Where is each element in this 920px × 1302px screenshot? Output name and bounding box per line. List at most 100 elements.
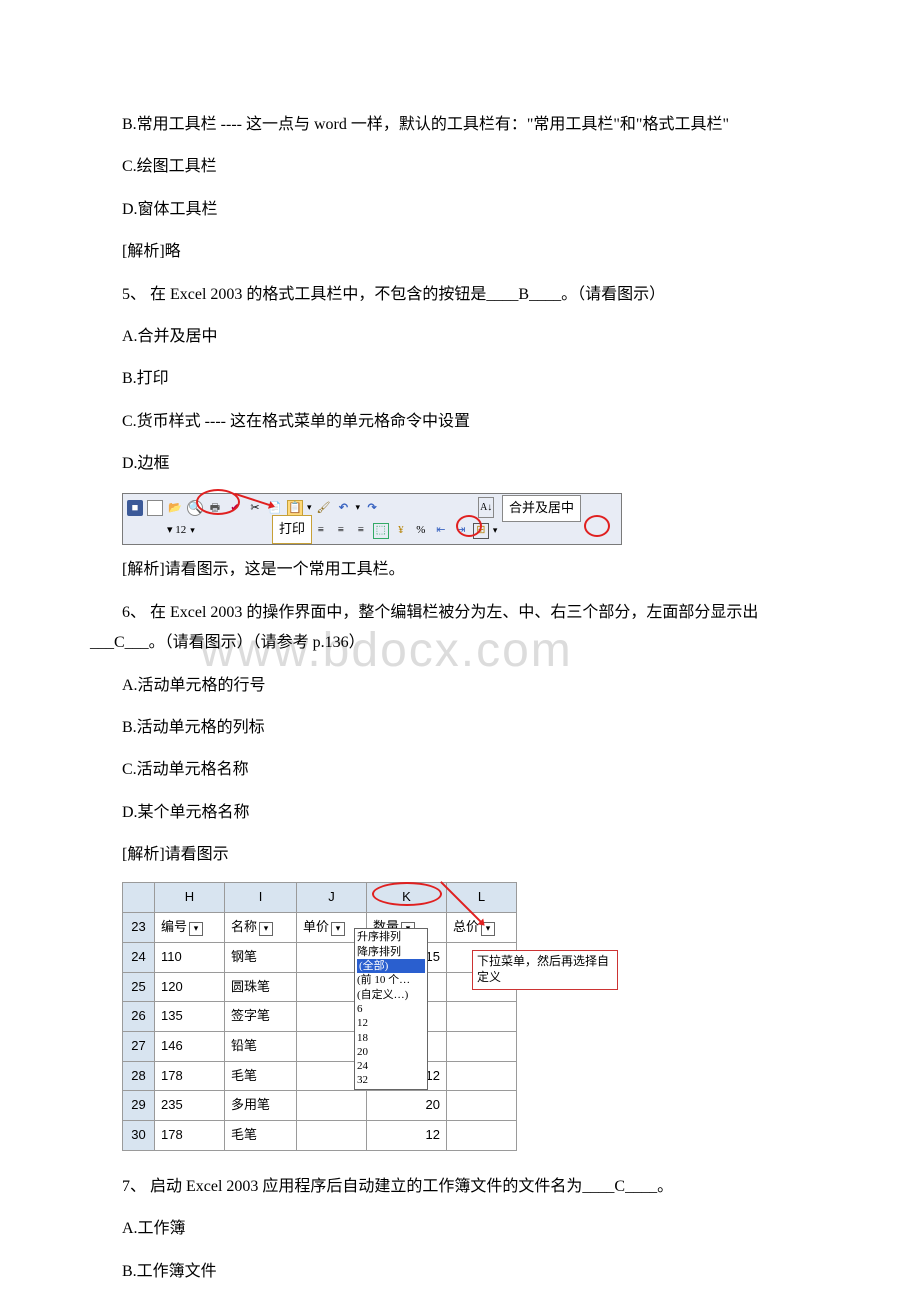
table-row: 25 120 圆珠笔 — [123, 972, 517, 1002]
spreadsheet-illustration: H I J K L 23 编号▾ 名称▾ 单价▾ 数量▾ 总价▾ 24 110 — [122, 882, 830, 1162]
q6-option-c: C.活动单元格名称 — [90, 755, 830, 785]
cell: 178 — [155, 1120, 225, 1150]
cell — [297, 1120, 367, 1150]
table-row: 29 235 多用笔 20 — [123, 1091, 517, 1121]
q5-stem: 5、 在 Excel 2003 的格式工具栏中，不包含的按钮是____B____… — [90, 280, 830, 310]
table-row: 26 135 签字笔 — [123, 1002, 517, 1032]
q6-option-d: D.某个单元格名称 — [90, 798, 830, 828]
cell: 多用笔 — [225, 1091, 297, 1121]
filter-dropdown-panel: 升序排列 降序排列 (全部) (前 10 个… (自定义…) 6 12 18 2… — [354, 928, 428, 1089]
cell — [447, 1091, 517, 1121]
q5-option-b: B.打印 — [90, 364, 830, 394]
cut-icon: ✂ — [247, 500, 263, 516]
cell: 毛笔 — [225, 1061, 297, 1091]
row-number: 30 — [123, 1120, 155, 1150]
col-header: J — [297, 883, 367, 913]
row-number: 24 — [123, 942, 155, 972]
cell: 签字笔 — [225, 1002, 297, 1032]
dropdown-arrow-icon: ▾ — [307, 499, 312, 516]
q7-stem: 7、 启动 Excel 2003 应用程序后自动建立的工作簿文件的文件名为___… — [90, 1172, 830, 1202]
filter-dropdown-icon: ▾ — [331, 922, 345, 936]
cell — [447, 1061, 517, 1091]
header-cell: 名称▾ — [225, 913, 297, 943]
callout-box: 下拉菜单，然后再选择自定义 — [472, 950, 618, 989]
cell: 110 — [155, 942, 225, 972]
cell: 146 — [155, 1031, 225, 1061]
sort-asc-icon: A↓ — [478, 497, 494, 518]
dropdown-item: 18 — [357, 1031, 425, 1045]
filter-dropdown-icon: ▾ — [259, 922, 273, 936]
dropdown-item: 24 — [357, 1059, 425, 1073]
cell — [447, 1002, 517, 1032]
table-row: 30 178 毛笔 12 — [123, 1120, 517, 1150]
redo-icon: ↷ — [364, 500, 380, 516]
q4-option-d: D.窗体工具栏 — [90, 195, 830, 225]
row-number: 28 — [123, 1061, 155, 1091]
cell: 20 — [367, 1091, 447, 1121]
paste-icon: 📋 — [287, 500, 303, 516]
q6-stem: 6、 在 Excel 2003 的操作界面中，整个编辑栏被分为左、中、右三个部分… — [90, 598, 830, 659]
col-header: K — [367, 883, 447, 913]
dropdown-item: 20 — [357, 1045, 425, 1059]
q6-option-b: B.活动单元格的列标 — [90, 713, 830, 743]
cell: 120 — [155, 972, 225, 1002]
undo-icon: ↶ — [336, 500, 352, 516]
cell: 钢笔 — [225, 942, 297, 972]
dropdown-arrow-icon: ▾ — [190, 522, 195, 539]
col-header: H — [155, 883, 225, 913]
q4-option-b: B.常用工具栏 ---- 这一点与 word 一样，默认的工具栏有："常用工具栏… — [90, 110, 830, 140]
dropdown-item: (全部) — [357, 959, 425, 973]
align-right-icon: ≡ — [353, 523, 369, 539]
q5-explanation: [解析]请看图示，这是一个常用工具栏。 — [90, 555, 830, 585]
col-header: I — [225, 883, 297, 913]
dropdown-item: 6 — [357, 1002, 425, 1016]
merge-callout-label: 合并及居中 — [502, 495, 581, 522]
toolbar-row-2: ▾ 12 ▾ U ≡ ≡ ≡ ⬚ ¥ % ⇤ ⇥ ⊞ ▾ — [127, 520, 617, 541]
q7-option-a: A.工作簿 — [90, 1214, 830, 1244]
row-number: 26 — [123, 1002, 155, 1032]
cell — [297, 1091, 367, 1121]
row-number: 29 — [123, 1091, 155, 1121]
table-row: 24 110 钢笔 15 — [123, 942, 517, 972]
row-number: 23 — [123, 913, 155, 943]
header-row: 23 编号▾ 名称▾ 单价▾ 数量▾ 总价▾ — [123, 913, 517, 943]
dropdown-item: (自定义…) — [357, 988, 425, 1002]
q6-option-a: A.活动单元格的行号 — [90, 671, 830, 701]
copy-icon: 📄 — [267, 500, 283, 516]
q5-option-d: D.边框 — [90, 449, 830, 479]
save-icon: ■ — [127, 500, 143, 516]
q6-explanation: [解析]请看图示 — [90, 840, 830, 870]
table-row: 28 178 毛笔 12 — [123, 1061, 517, 1091]
q7-option-b: B.工作簿文件 — [90, 1257, 830, 1287]
dropdown-item: 32 — [357, 1073, 425, 1087]
font-size-dropdown: ▾ 12 — [167, 520, 186, 541]
currency-icon: ¥ — [393, 523, 409, 539]
dropdown-arrow-icon: ▾ — [493, 522, 498, 539]
cell: 圆珠笔 — [225, 972, 297, 1002]
print-icon: 🖶 — [207, 500, 223, 516]
toolbar-illustration: ■ 📂 🔍 🖶 ✔ ✂ 📄 📋 ▾ 🖌 ↶ ▾ ↷ A↓ — [122, 492, 830, 546]
spreadsheet-table: H I J K L 23 编号▾ 名称▾ 单价▾ 数量▾ 总价▾ 24 110 — [122, 882, 517, 1150]
q4-explanation: [解析]略 — [90, 237, 830, 267]
dropdown-item: 降序排列 — [357, 945, 425, 959]
align-left-icon: ≡ — [313, 523, 329, 539]
border-icon: ⊞ — [473, 523, 489, 539]
q4-option-c: C.绘图工具栏 — [90, 152, 830, 182]
print-callout-label: 打印 — [272, 515, 312, 544]
cell: 12 — [367, 1120, 447, 1150]
spellcheck-icon: ✔ — [227, 500, 243, 516]
cell: 135 — [155, 1002, 225, 1032]
cell — [447, 1031, 517, 1061]
filter-dropdown-icon: ▾ — [189, 922, 203, 936]
q5-option-c: C.货币样式 ---- 这在格式菜单的单元格命令中设置 — [90, 407, 830, 437]
percent-icon: % — [413, 523, 429, 539]
decrease-indent-icon: ⇤ — [433, 523, 449, 539]
row-number: 27 — [123, 1031, 155, 1061]
header-cell: 编号▾ — [155, 913, 225, 943]
q5-option-a: A.合并及居中 — [90, 322, 830, 352]
open-icon: 📂 — [167, 500, 183, 516]
print-preview-icon: 🔍 — [187, 500, 203, 516]
table-row: 27 146 铅笔 — [123, 1031, 517, 1061]
row-number: 25 — [123, 972, 155, 1002]
align-center-icon: ≡ — [333, 523, 349, 539]
